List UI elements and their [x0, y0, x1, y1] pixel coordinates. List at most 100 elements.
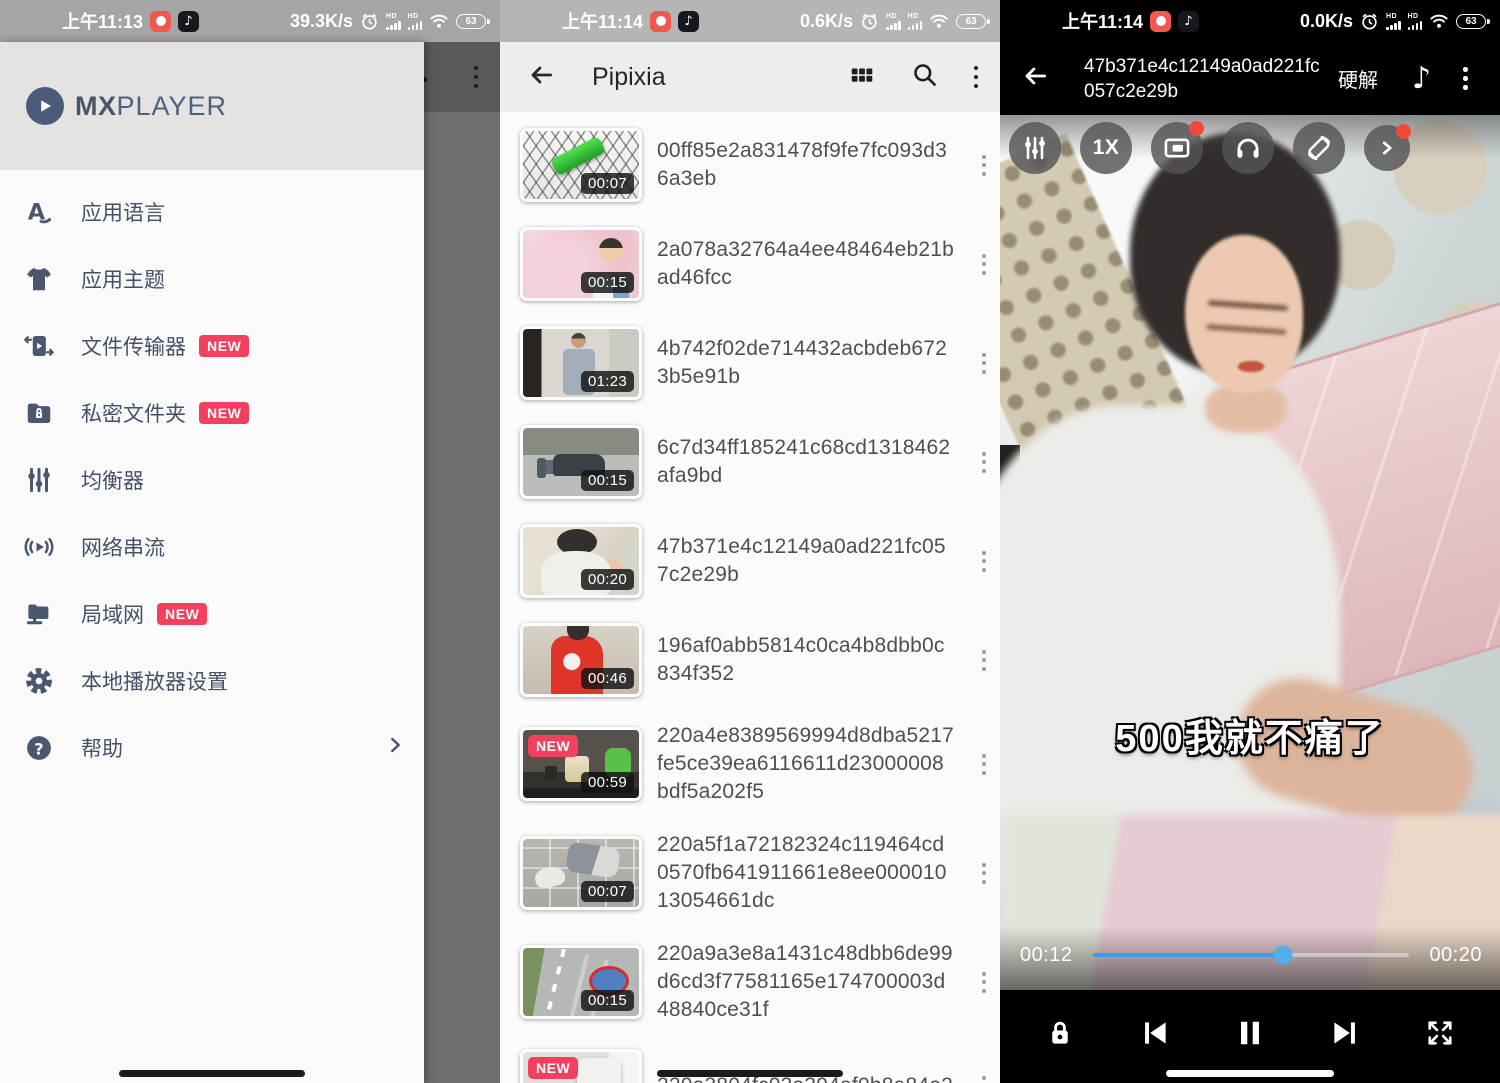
more-options-icon[interactable]: [1463, 67, 1468, 90]
row-menu-icon[interactable]: [982, 863, 986, 884]
video-thumbnail[interactable]: 00:15: [520, 425, 642, 499]
grid-view-button[interactable]: [849, 62, 875, 93]
audio-track-icon[interactable]: ♪: [1412, 64, 1431, 94]
status-bar-middle: 上午11:14 ♪ 0.6K/s HD HD 63: [500, 0, 1000, 42]
video-row[interactable]: 00:07 00ff85e2a831478f9fe7fc093d36a3eb: [520, 128, 986, 202]
video-thumbnail[interactable]: 00:07: [520, 836, 642, 910]
language-icon: A: [22, 195, 56, 229]
page-title: Pipixia: [592, 63, 666, 92]
net-speed-text: 0.6K/s: [800, 11, 853, 32]
pip-button[interactable]: [1151, 122, 1203, 174]
row-menu-icon[interactable]: [982, 155, 986, 176]
total-time: 00:20: [1429, 944, 1482, 967]
row-menu-icon[interactable]: [982, 650, 986, 671]
video-filename: 2a078a32764a4ee48464eb21bad46fcc: [657, 236, 955, 292]
mx-player-logo-icon: [26, 87, 64, 125]
drawer-item-equalizer[interactable]: 均衡器: [0, 446, 424, 513]
duration-badge: 00:59: [581, 772, 634, 793]
row-menu-icon[interactable]: [982, 1076, 986, 1083]
gear-icon: [22, 664, 56, 698]
home-indicator[interactable]: [657, 1070, 843, 1077]
expand-controls-button[interactable]: [1364, 125, 1410, 171]
row-menu-icon[interactable]: [982, 452, 986, 473]
video-row[interactable]: 00:46 196af0abb5814c0ca4b8dbb0c834f352: [520, 623, 986, 697]
video-filename: 220a4e8389569994d8dba5217fe5ce39ea611661…: [657, 722, 955, 806]
new-badge: NEW: [528, 1057, 578, 1079]
fullscreen-button[interactable]: [1412, 1005, 1468, 1061]
app-bar: Pipixia: [500, 42, 1000, 112]
tiktok-icon: ♪: [178, 11, 199, 32]
video-row[interactable]: 00:15 2a078a32764a4ee48464eb21bad46fcc: [520, 227, 986, 301]
video-surface[interactable]: 1X 500我就不痛了 00:12 00:20: [1000, 115, 1500, 990]
video-thumbnail[interactable]: NEW: [520, 1049, 642, 1083]
video-row[interactable]: 00:20 47b371e4c12149a0ad221fc057c2e29b: [520, 524, 986, 598]
drawer-item-local-player-settings[interactable]: 本地播放器设置: [0, 647, 424, 714]
headphones-button[interactable]: [1222, 122, 1274, 174]
back-button[interactable]: [1020, 61, 1050, 96]
wifi-icon: [1429, 13, 1449, 29]
home-indicator[interactable]: [1166, 1070, 1334, 1077]
tshirt-icon: [22, 262, 56, 296]
video-row[interactable]: NEW00:59 220a4e8389569994d8dba5217fe5ce3…: [520, 722, 986, 806]
row-menu-icon[interactable]: [982, 551, 986, 572]
pause-button[interactable]: [1222, 1005, 1278, 1061]
drawer-item-label: 局域网: [81, 599, 144, 629]
decode-mode-button[interactable]: 硬解: [1338, 64, 1378, 93]
player-quick-controls: 1X: [1009, 122, 1410, 174]
video-thumbnail[interactable]: 00:46: [520, 623, 642, 697]
drawer-item-private-folder[interactable]: 私密文件夹 NEW: [0, 379, 424, 446]
row-menu-icon[interactable]: [982, 972, 986, 993]
video-thumbnail[interactable]: 00:20: [520, 524, 642, 598]
next-button[interactable]: [1317, 1005, 1373, 1061]
video-row[interactable]: 00:07 220a5f1a72182324c119464cd0570fb641…: [520, 831, 986, 915]
video-row[interactable]: 00:15 220a9a3e8a1431c48dbb6de99d6cd3f775…: [520, 940, 986, 1024]
drawer-item-app-language[interactable]: A 应用语言: [0, 178, 424, 245]
playback-speed-button[interactable]: 1X: [1080, 122, 1132, 174]
chevron-right-icon: [384, 734, 406, 761]
seek-bar[interactable]: [1093, 953, 1410, 957]
equalizer-icon: [22, 463, 56, 497]
lock-button[interactable]: [1032, 1005, 1088, 1061]
cell-signal-icon-2: HD: [408, 13, 423, 30]
navigation-drawer: MXPLAYER A 应用语言 应用主题 文件传输器 NEW: [0, 42, 424, 1083]
video-filename: 00ff85e2a831478f9fe7fc093d36a3eb: [657, 137, 955, 193]
more-options-icon[interactable]: [474, 66, 479, 89]
video-thumbnail[interactable]: 00:15: [520, 227, 642, 301]
back-button[interactable]: [526, 60, 556, 95]
rotate-screen-button[interactable]: [1293, 122, 1345, 174]
drawer-item-help[interactable]: ? 帮助: [0, 714, 424, 781]
video-filename: 6c7d34ff185241c68cd1318462afa9bd: [657, 434, 955, 490]
drawer-item-app-theme[interactable]: 应用主题: [0, 245, 424, 312]
video-thumbnail[interactable]: 00:15: [520, 945, 642, 1019]
row-menu-icon[interactable]: [982, 754, 986, 775]
video-row[interactable]: 00:15 6c7d34ff185241c68cd1318462afa9bd: [520, 425, 986, 499]
video-thumbnail[interactable]: NEW00:59: [520, 727, 642, 801]
playing-video-title: 47b371e4c12149a0ad221fc057c2e29b: [1084, 54, 1324, 104]
video-thumbnail[interactable]: 00:07: [520, 128, 642, 202]
video-row[interactable]: 01:23 4b742f02de714432acbdeb6723b5e91b: [520, 326, 986, 400]
drawer-item-label: 私密文件夹: [81, 398, 186, 428]
more-options-icon[interactable]: [974, 66, 979, 89]
video-row[interactable]: NEW 220a3804fc03a394af0b8a84e2: [520, 1049, 986, 1083]
video-thumbnail[interactable]: 01:23: [520, 326, 642, 400]
screen-record-icon: [1150, 11, 1171, 32]
drawer-item-lan[interactable]: 局域网 NEW: [0, 580, 424, 647]
screen-record-icon: [650, 11, 671, 32]
progress-row: 00:12 00:20: [1000, 926, 1500, 990]
previous-button[interactable]: [1127, 1005, 1183, 1061]
drawer-item-network-stream[interactable]: 网络串流: [0, 513, 424, 580]
row-menu-icon[interactable]: [982, 353, 986, 374]
status-bar-left: 上午11:13 ♪ 39.3K/s HD HD 63: [0, 0, 500, 42]
equalizer-button[interactable]: [1009, 122, 1061, 174]
drawer-item-file-transfer[interactable]: 文件传输器 NEW: [0, 312, 424, 379]
duration-badge: 00:46: [581, 668, 634, 689]
home-indicator[interactable]: [119, 1070, 305, 1077]
cell-signal-icon-1: HD: [1386, 13, 1401, 30]
battery-icon: 63: [1456, 14, 1486, 29]
screen-record-icon: [150, 11, 171, 32]
drawer-item-label: 网络串流: [81, 532, 165, 562]
duration-badge: 01:23: [581, 371, 634, 392]
seek-bar-knob[interactable]: [1273, 946, 1292, 965]
search-button[interactable]: [911, 61, 938, 93]
row-menu-icon[interactable]: [982, 254, 986, 275]
